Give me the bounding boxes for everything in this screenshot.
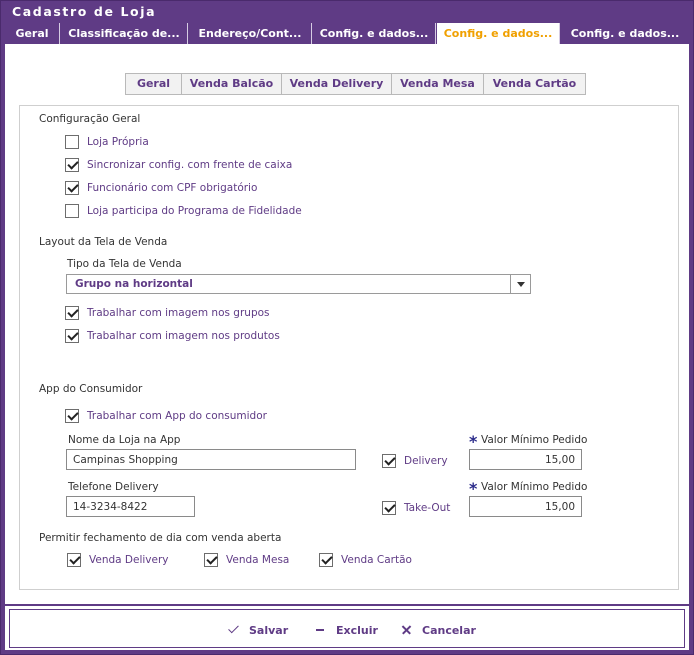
checkbox-label: Venda Mesa (226, 554, 290, 566)
fechamento-mesa-checkbox[interactable]: Venda Mesa (204, 552, 289, 568)
window-title: Cadastro de Loja (12, 4, 157, 19)
checkbox-label: Trabalhar com App do consumidor (87, 410, 267, 422)
imagem-grupos-checkbox[interactable]: Trabalhar com imagem nos grupos (65, 305, 270, 321)
settings-panel: Configuração Geral Loja Própria Sincroni… (19, 105, 679, 590)
config-geral-title: Configuração Geral (39, 113, 141, 125)
store-register-window: Cadastro de Loja Geral Classificação de.… (0, 0, 694, 655)
checkbox-label: Take-Out (404, 502, 451, 514)
imagem-produtos-checkbox[interactable]: Trabalhar com imagem nos produtos (65, 328, 280, 344)
close-icon (400, 623, 414, 637)
subtab-venda-delivery[interactable]: Venda Delivery (281, 73, 392, 95)
valor-minimo-label-1: Valor Mínimo Pedido (481, 434, 588, 446)
select-value: Grupo na horizontal (75, 278, 193, 290)
checkbox-box[interactable] (204, 553, 218, 567)
subtab-venda-mesa[interactable]: Venda Mesa (391, 73, 484, 95)
checkbox-label: Sincronizar config. com frente de caixa (87, 159, 293, 171)
subtab-geral[interactable]: Geral (125, 73, 182, 95)
tipo-tela-select[interactable]: Grupo na horizontal (66, 274, 531, 294)
checkbox-box[interactable] (65, 306, 79, 320)
checkbox-box[interactable] (65, 158, 79, 172)
checkbox-box[interactable] (319, 553, 333, 567)
checkbox-box[interactable] (65, 329, 79, 343)
checkbox-box[interactable] (382, 501, 396, 515)
delete-button[interactable]: Excluir (314, 622, 378, 638)
checkbox-label: Venda Cartão (341, 554, 412, 566)
tab-content: Geral Venda Balcão Venda Delivery Venda … (5, 44, 689, 604)
cancel-label: Cancelar (422, 623, 476, 637)
sincronizar-config-checkbox[interactable]: Sincronizar config. com frente de caixa (65, 157, 292, 173)
delivery-checkbox[interactable]: Delivery (382, 453, 448, 469)
valor-minimo-label-2: Valor Mínimo Pedido (481, 481, 588, 493)
fechamento-delivery-checkbox[interactable]: Venda Delivery (67, 552, 169, 568)
tab-config-dados-3[interactable]: Config. e dados... (561, 23, 689, 44)
tab-classificacao[interactable]: Classificação de... (61, 23, 188, 44)
cpf-obrigatorio-checkbox[interactable]: Funcionário com CPF obrigatório (65, 180, 257, 196)
tab-config-dados-1[interactable]: Config. e dados... (313, 23, 436, 44)
tab-config-dados-2-active[interactable]: Config. e dados... (437, 23, 560, 44)
subtab-venda-cartao[interactable]: Venda Cartão (483, 73, 586, 95)
fechamento-cartao-checkbox[interactable]: Venda Cartão (319, 552, 412, 568)
checkbox-box[interactable] (65, 204, 79, 218)
valor-minimo-input-1[interactable] (469, 449, 582, 470)
subtab-venda-balcao[interactable]: Venda Balcão (181, 73, 282, 95)
nome-loja-input[interactable] (66, 449, 356, 470)
checkbox-label: Funcionário com CPF obrigatório (87, 182, 258, 194)
valor-minimo-input-2[interactable] (469, 496, 582, 517)
footer-toolbar: Salvar Excluir Cancelar (9, 609, 685, 648)
checkbox-label: Venda Delivery (89, 554, 169, 566)
loja-propria-checkbox[interactable]: Loja Própria (65, 134, 149, 150)
checkbox-box[interactable] (65, 181, 79, 195)
cancel-button[interactable]: Cancelar (400, 622, 476, 638)
checkbox-box[interactable] (382, 454, 396, 468)
action-footer: Salvar Excluir Cancelar (5, 604, 689, 650)
app-consumidor-title: App do Consumidor (39, 383, 143, 395)
chevron-down-icon[interactable] (510, 275, 530, 293)
save-button[interactable]: Salvar (227, 622, 288, 638)
telefone-input[interactable] (66, 496, 195, 517)
check-icon (227, 623, 241, 637)
checkbox-box[interactable] (67, 553, 81, 567)
layout-tela-title: Layout da Tela de Venda (39, 236, 168, 248)
tab-geral[interactable]: Geral (5, 23, 60, 44)
checkbox-box[interactable] (65, 409, 79, 423)
checkbox-label: Trabalhar com imagem nos grupos (87, 307, 270, 319)
title-bar: Cadastro de Loja (1, 1, 693, 23)
main-tabs: Geral Classificação de... Endereço/Cont.… (5, 23, 689, 44)
minus-icon (314, 623, 328, 637)
checkbox-label: Delivery (404, 455, 448, 467)
checkbox-box[interactable] (65, 135, 79, 149)
nome-loja-label: Nome da Loja na App (68, 434, 181, 446)
checkbox-label: Trabalhar com imagem nos produtos (87, 330, 280, 342)
delete-label: Excluir (336, 623, 378, 637)
trabalhar-app-checkbox[interactable]: Trabalhar com App do consumidor (65, 408, 267, 424)
fidelidade-checkbox[interactable]: Loja participa do Programa de Fidelidade (65, 203, 302, 219)
telefone-label: Telefone Delivery (68, 481, 159, 493)
takeout-checkbox[interactable]: Take-Out (382, 500, 450, 516)
tipo-tela-label: Tipo da Tela de Venda (67, 258, 182, 270)
tab-endereco[interactable]: Endereço/Cont... (189, 23, 312, 44)
checkbox-label: Loja Própria (87, 136, 149, 148)
checkbox-label: Loja participa do Programa de Fidelidade (87, 205, 302, 217)
save-label: Salvar (249, 623, 289, 637)
fechamento-title: Permitir fechamento de dia com venda abe… (39, 532, 282, 544)
